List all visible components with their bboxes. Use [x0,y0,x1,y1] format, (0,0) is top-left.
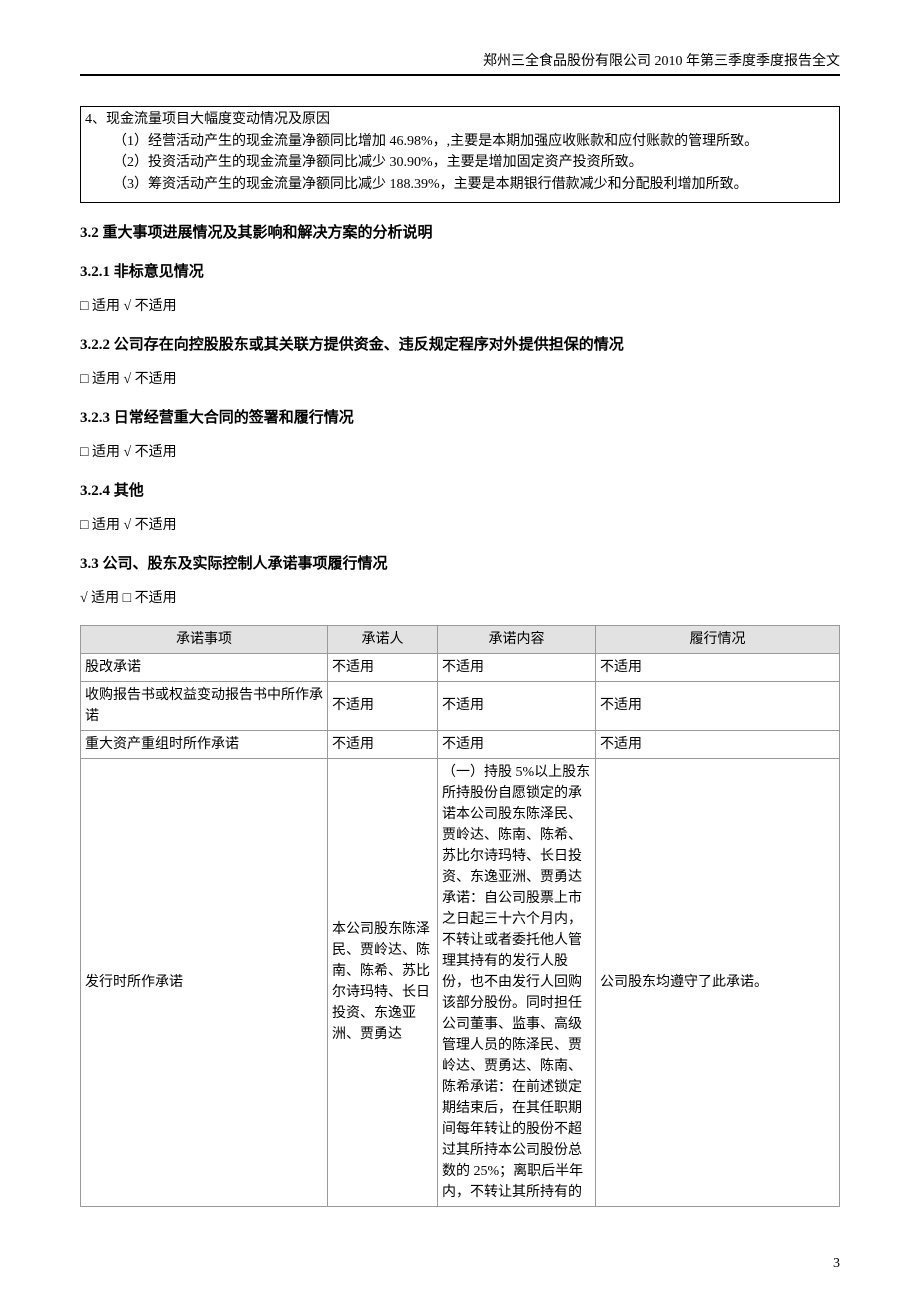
cashflow-line-1: （1）经营活动产生的现金流量净额同比增加 46.98%，,主要是本期加强应收账款… [85,131,835,153]
section-3-2: 3.2 重大事项进展情况及其影响和解决方案的分析说明 [80,221,840,242]
cell-person: 不适用 [328,730,438,758]
section-3-2-2: 3.2.2 公司存在向控股股东或其关联方提供资金、违反规定程序对外提供担保的情况 [80,333,840,354]
section-3-3: 3.3 公司、股东及实际控制人承诺事项履行情况 [80,552,840,573]
cell-content: 不适用 [438,681,596,730]
cell-item: 收购报告书或权益变动报告书中所作承诺 [81,681,328,730]
apply-3-2-4: □ 适用 √ 不适用 [80,514,840,534]
cell-item: 股改承诺 [81,653,328,681]
section-3-2-1: 3.2.1 非标意见情况 [80,260,840,281]
cashflow-title: 4、现金流量项目大幅度变动情况及原因 [85,109,835,131]
page-number: 3 [833,1256,840,1272]
table-row: 发行时所作承诺 本公司股东陈泽民、贾岭达、陈南、陈希、苏比尔诗玛特、长日投资、东… [81,758,840,1206]
cell-person: 不适用 [328,681,438,730]
cell-item: 重大资产重组时所作承诺 [81,730,328,758]
page: 郑州三全食品股份有限公司 2010 年第三季度季度报告全文 4、现金流量项目大幅… [0,0,920,1302]
cell-content: （一）持股 5%以上股东所持股份自愿锁定的承诺本公司股东陈泽民、贾岭达、陈南、陈… [438,758,596,1206]
apply-3-2-1: □ 适用 √ 不适用 [80,295,840,315]
table-row: 股改承诺 不适用 不适用 不适用 [81,653,840,681]
table-header-row: 承诺事项 承诺人 承诺内容 履行情况 [81,625,840,653]
cell-status: 不适用 [596,653,840,681]
cell-status: 公司股东均遵守了此承诺。 [596,758,840,1206]
th-content: 承诺内容 [438,625,596,653]
apply-3-3: √ 适用 □ 不适用 [80,587,840,607]
section-3-2-3: 3.2.3 日常经营重大合同的签署和履行情况 [80,406,840,427]
cell-person: 本公司股东陈泽民、贾岭达、陈南、陈希、苏比尔诗玛特、长日投资、东逸亚洲、贾勇达 [328,758,438,1206]
th-status: 履行情况 [596,625,840,653]
cashflow-box: 4、现金流量项目大幅度变动情况及原因 （1）经营活动产生的现金流量净额同比增加 … [80,106,840,203]
th-person: 承诺人 [328,625,438,653]
section-3-2-4: 3.2.4 其他 [80,479,840,500]
cashflow-line-2: （2）投资活动产生的现金流量净额同比减少 30.90%，主要是增加固定资产投资所… [85,152,835,174]
cell-item: 发行时所作承诺 [81,758,328,1206]
cell-status: 不适用 [596,681,840,730]
cell-person: 不适用 [328,653,438,681]
th-item: 承诺事项 [81,625,328,653]
table-row: 收购报告书或权益变动报告书中所作承诺 不适用 不适用 不适用 [81,681,840,730]
cell-content: 不适用 [438,730,596,758]
cashflow-line-3: （3）筹资活动产生的现金流量净额同比减少 188.39%，主要是本期银行借款减少… [85,174,835,196]
apply-3-2-3: □ 适用 √ 不适用 [80,441,840,461]
cell-content: 不适用 [438,653,596,681]
cell-status: 不适用 [596,730,840,758]
page-header: 郑州三全食品股份有限公司 2010 年第三季度季度报告全文 [80,50,840,76]
table-row: 重大资产重组时所作承诺 不适用 不适用 不适用 [81,730,840,758]
apply-3-2-2: □ 适用 √ 不适用 [80,368,840,388]
commitment-table: 承诺事项 承诺人 承诺内容 履行情况 股改承诺 不适用 不适用 不适用 收购报告… [80,625,840,1207]
